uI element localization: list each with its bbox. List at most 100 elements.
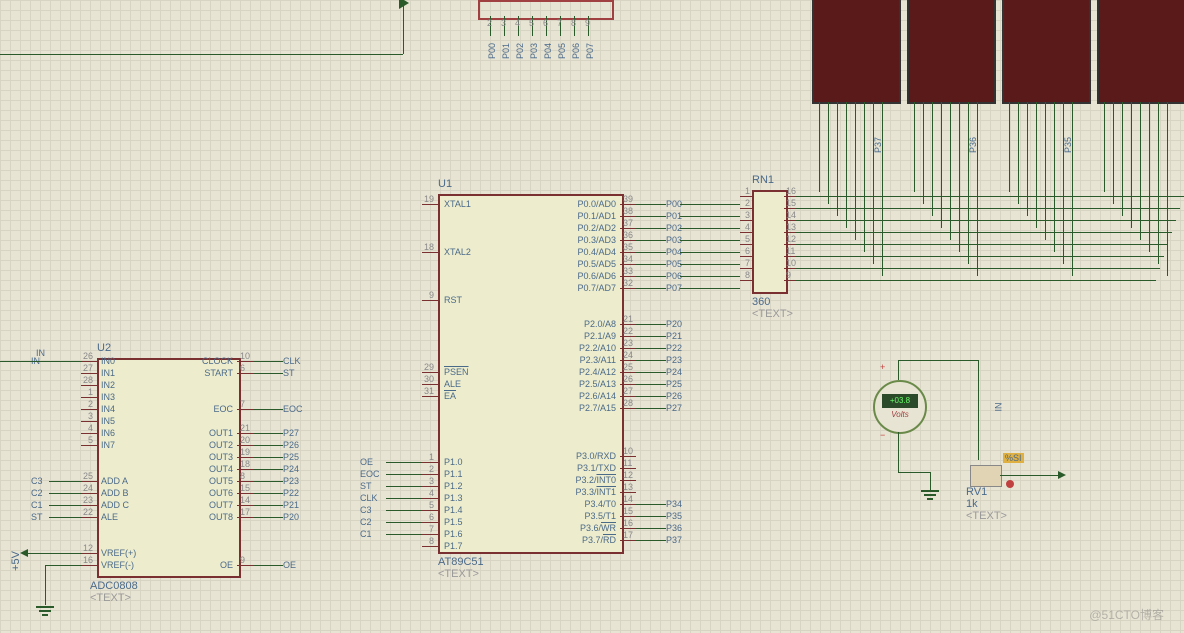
wire	[386, 462, 422, 463]
pin-tick	[422, 534, 438, 535]
potentiometer	[970, 465, 1002, 487]
pin-name: IN3	[101, 392, 115, 402]
wire	[253, 373, 283, 374]
wire	[386, 522, 422, 523]
volt-minus: −	[880, 430, 885, 440]
pin-name: PSEN	[444, 367, 469, 377]
pin-number: 25	[623, 362, 633, 372]
pin-number: 12	[623, 470, 633, 480]
pin-tick	[620, 336, 636, 337]
pin-tick	[237, 457, 253, 458]
pin-tick	[620, 288, 636, 289]
wire	[636, 252, 666, 253]
wire	[898, 472, 930, 473]
rn1-ref: RN1	[752, 174, 774, 186]
wire	[680, 204, 740, 205]
pin-number: 7	[410, 524, 434, 534]
ground-icon	[924, 494, 936, 496]
wire	[1104, 102, 1105, 192]
ground-icon	[42, 614, 48, 616]
pin-number: 1	[67, 387, 93, 397]
wire	[636, 276, 666, 277]
pin-name: IN7	[101, 440, 115, 450]
pin-name: P3.2/INT0	[566, 475, 616, 485]
net-label: P01	[501, 43, 511, 59]
pin-number: 18	[240, 459, 250, 469]
pin-number: 24	[67, 483, 93, 493]
wire	[796, 232, 1172, 233]
pin-tick	[237, 373, 253, 374]
net-label: P24	[283, 464, 299, 474]
wire	[819, 102, 820, 192]
wire	[253, 505, 283, 506]
pin-name: OE	[197, 560, 233, 570]
net-in-right: IN	[994, 403, 1004, 412]
pin-name: ADD B	[101, 488, 129, 498]
pin-name: P3.5/T1	[566, 511, 616, 521]
pin-name: P2.2/A10	[566, 343, 616, 353]
net-label: P26	[283, 440, 299, 450]
pin-name: P0.5/AD5	[566, 259, 616, 269]
pin-number: 31	[410, 386, 434, 396]
pin-number: 25	[67, 471, 93, 481]
wire	[1009, 102, 1010, 192]
ground-icon	[36, 606, 54, 608]
pin-name: OUT7	[197, 500, 233, 510]
probe-icon	[1006, 480, 1014, 488]
net-label: P37	[666, 535, 682, 545]
pin-tick	[237, 493, 253, 494]
pin-name: P1.5	[444, 517, 463, 527]
pin-tick	[620, 480, 636, 481]
pin-number: 13	[786, 222, 796, 232]
pin-tick	[740, 268, 752, 269]
wire	[403, 0, 404, 54]
pin-tick	[422, 372, 438, 373]
pin-tick	[784, 256, 796, 257]
wire	[253, 493, 283, 494]
pin-number: 5	[67, 435, 93, 445]
pin-tick	[237, 361, 253, 362]
pin-name: P0.6/AD6	[566, 271, 616, 281]
pin-number: 27	[67, 363, 93, 373]
wire	[49, 505, 81, 506]
pin-name: P2.3/A11	[566, 355, 616, 365]
pin-number: 19	[410, 194, 434, 204]
pin-number: 32	[623, 278, 633, 288]
pin-number: 16	[67, 555, 93, 565]
pin-name: IN0	[101, 356, 115, 366]
pin-number: 6	[543, 18, 548, 28]
pin-number: 10	[623, 446, 633, 456]
net-label: C2	[31, 488, 43, 498]
wire	[864, 102, 865, 252]
pin-name: P1.7	[444, 541, 463, 551]
pin-tick	[620, 228, 636, 229]
pin-name: P3.4/T0	[566, 499, 616, 509]
net-label: EOC	[283, 404, 303, 414]
rv1-ref: RV1	[966, 486, 987, 498]
pin-number: 10	[240, 351, 250, 361]
pin-tick	[422, 204, 438, 205]
pin-name: IN1	[101, 368, 115, 378]
diode-icon	[399, 0, 409, 9]
pin-number: 21	[623, 314, 633, 324]
net-label: P20	[283, 512, 299, 522]
pin-name: IN5	[101, 416, 115, 426]
pin-tick	[237, 469, 253, 470]
wire	[1131, 102, 1132, 228]
pin-tick	[620, 540, 636, 541]
wire	[253, 433, 283, 434]
pin-name: VREF(-)	[101, 560, 134, 570]
wire	[636, 336, 666, 337]
pin-name: P0.7/AD7	[566, 283, 616, 293]
pin-tick	[422, 396, 438, 397]
wire	[636, 204, 666, 205]
pin-name: OUT1	[197, 428, 233, 438]
pin-name: XTAL1	[444, 199, 471, 209]
net-label: ST	[31, 512, 43, 522]
pin-tick	[784, 196, 796, 197]
arrow-icon	[20, 549, 28, 557]
pin-number: 33	[623, 266, 633, 276]
pin-tick	[81, 433, 97, 434]
wire	[828, 102, 829, 204]
rn1-text: <TEXT>	[752, 308, 793, 320]
